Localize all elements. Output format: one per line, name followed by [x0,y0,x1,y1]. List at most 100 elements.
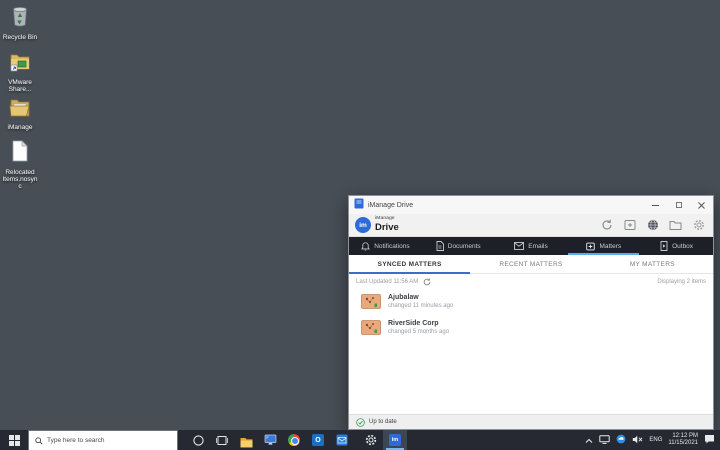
nav-item-matters[interactable]: Matters [567,237,640,255]
add-matter-button[interactable] [623,219,636,232]
task-view-icon [216,435,228,446]
minimize-button[interactable] [644,196,667,214]
taskbar-app-file-explorer[interactable] [234,430,258,450]
nav-label: Matters [599,243,621,250]
desktop-icon-label: VMware Share... [1,79,39,93]
close-button[interactable] [690,196,713,214]
displaying-count: Displaying 2 items [657,279,706,285]
tray-volume-button[interactable] [632,431,643,449]
clock-time: 12:12 PM [668,433,698,440]
cortana-icon [193,435,204,446]
taskbar-app-chrome[interactable] [282,430,306,450]
matter-icon [361,320,381,340]
window-title: iManage Drive [368,202,413,209]
settings-button[interactable] [692,219,705,232]
action-center-button[interactable] [704,431,715,449]
tray-chevron-button[interactable] [585,431,593,449]
matter-icon [361,294,381,314]
open-folder-button[interactable] [669,219,682,232]
desktop-icon-recycle-bin[interactable]: Recycle Bin [0,3,40,41]
windows-logo-icon [9,435,20,446]
file-explorer-icon [240,435,253,445]
document-icon [436,241,444,251]
bell-icon [361,242,370,251]
taskbar-app-settings[interactable] [359,430,383,450]
maximize-icon [676,202,682,208]
imanage-logo: im [355,217,371,233]
desktop-icon-label: iManage [8,124,33,131]
matter-row[interactable]: Ajubalaw changed 11 minutes ago [349,290,713,316]
desktop-icon-label: Recycle Bin [3,34,37,41]
action-center-icon [704,434,715,444]
search-input[interactable] [47,437,157,444]
add-matter-icon [624,219,636,231]
settings-gear-icon [693,219,705,231]
matter-name: Ajubalaw [388,294,453,301]
desktop-icon-imanage[interactable]: iManage [0,98,40,131]
nav-item-notifications[interactable]: Notifications [349,237,422,255]
nav-label: Notifications [374,243,409,250]
desktop-icon-relocated-items[interactable]: Relocated Items.nosync [0,140,40,190]
imanage-drive-window: iManage Drive im iManage Drive [348,195,714,430]
app-header: im iManage Drive [349,214,713,237]
speaker-muted-icon [632,435,643,444]
folder-icon [669,220,682,231]
taskbar-app-this-pc[interactable] [258,430,282,450]
chrome-icon [288,434,300,446]
sync-status-text: Up to date [369,419,397,425]
nav-item-emails[interactable]: Emails [495,237,568,255]
matter-box-icon [586,242,595,251]
clock-date: 11/15/2021 [668,440,698,447]
nav-label: Outbox [672,243,693,250]
app-icon [354,196,364,214]
minimize-icon [652,205,659,206]
outbox-icon [660,241,668,251]
sync-button[interactable] [600,219,613,232]
desktop-icon-vmware-share[interactable]: VMware Share... [0,52,40,93]
tray-display-button[interactable] [599,431,610,449]
this-pc-icon [264,434,277,446]
matter-changed: changed 11 minutes ago [388,303,453,309]
taskbar-app-outlook[interactable]: O [306,430,330,450]
mail-icon [336,434,348,446]
tab-synced-matters[interactable]: SYNCED MATTERS [349,255,470,273]
document-icon [11,140,29,167]
window-titlebar[interactable]: iManage Drive [349,196,713,214]
taskbar-search[interactable] [28,430,178,450]
taskbar-clock[interactable]: 12:12 PM 11/15/2021 [668,433,698,447]
taskbar: O im ENG 12:12 PM 11/15/2021 [0,430,720,450]
nav-item-outbox[interactable]: Outbox [640,237,713,255]
web-button[interactable] [646,219,659,232]
search-icon [35,437,43,445]
matters-subtabs: SYNCED MATTERS RECENT MATTERS MY MATTERS [349,255,713,274]
chevron-up-icon [585,438,593,444]
last-updated-text: Last Updated 11:56 AM [356,279,418,285]
settings-gear-icon [365,434,377,446]
sync-status-bar: Up to date [349,414,713,429]
tab-my-matters[interactable]: MY MATTERS [592,255,713,273]
taskbar-app-cortana[interactable] [186,430,210,450]
folder-icon [9,98,31,122]
tab-recent-matters[interactable]: RECENT MATTERS [470,255,591,273]
outlook-icon: O [312,434,324,446]
matter-row[interactable]: RiverSide Corp changed 5 months ago [349,316,713,342]
language-indicator[interactable]: ENG [649,437,662,443]
imanage-icon: im [389,434,401,446]
refresh-icon [423,278,431,286]
tray-onedrive-button[interactable] [616,431,626,449]
taskbar-app-imanage[interactable]: im [383,430,407,450]
list-status-row: Last Updated 11:56 AM Displaying 2 items [349,274,713,290]
nav-label: Documents [448,243,481,250]
taskbar-app-mail[interactable] [330,430,354,450]
nav-item-documents[interactable]: Documents [422,237,495,255]
check-circle-icon [356,418,365,427]
start-button[interactable] [0,430,28,450]
taskbar-app-task-view[interactable] [210,430,234,450]
maximize-button[interactable] [667,196,690,214]
refresh-button[interactable] [423,278,431,286]
web-icon [647,219,659,231]
sync-icon [601,219,613,231]
shared-folder-shortcut-icon [9,52,31,77]
nav-label: Emails [528,243,548,250]
desktop-icon-label: Relocated Items.nosync [1,169,39,190]
